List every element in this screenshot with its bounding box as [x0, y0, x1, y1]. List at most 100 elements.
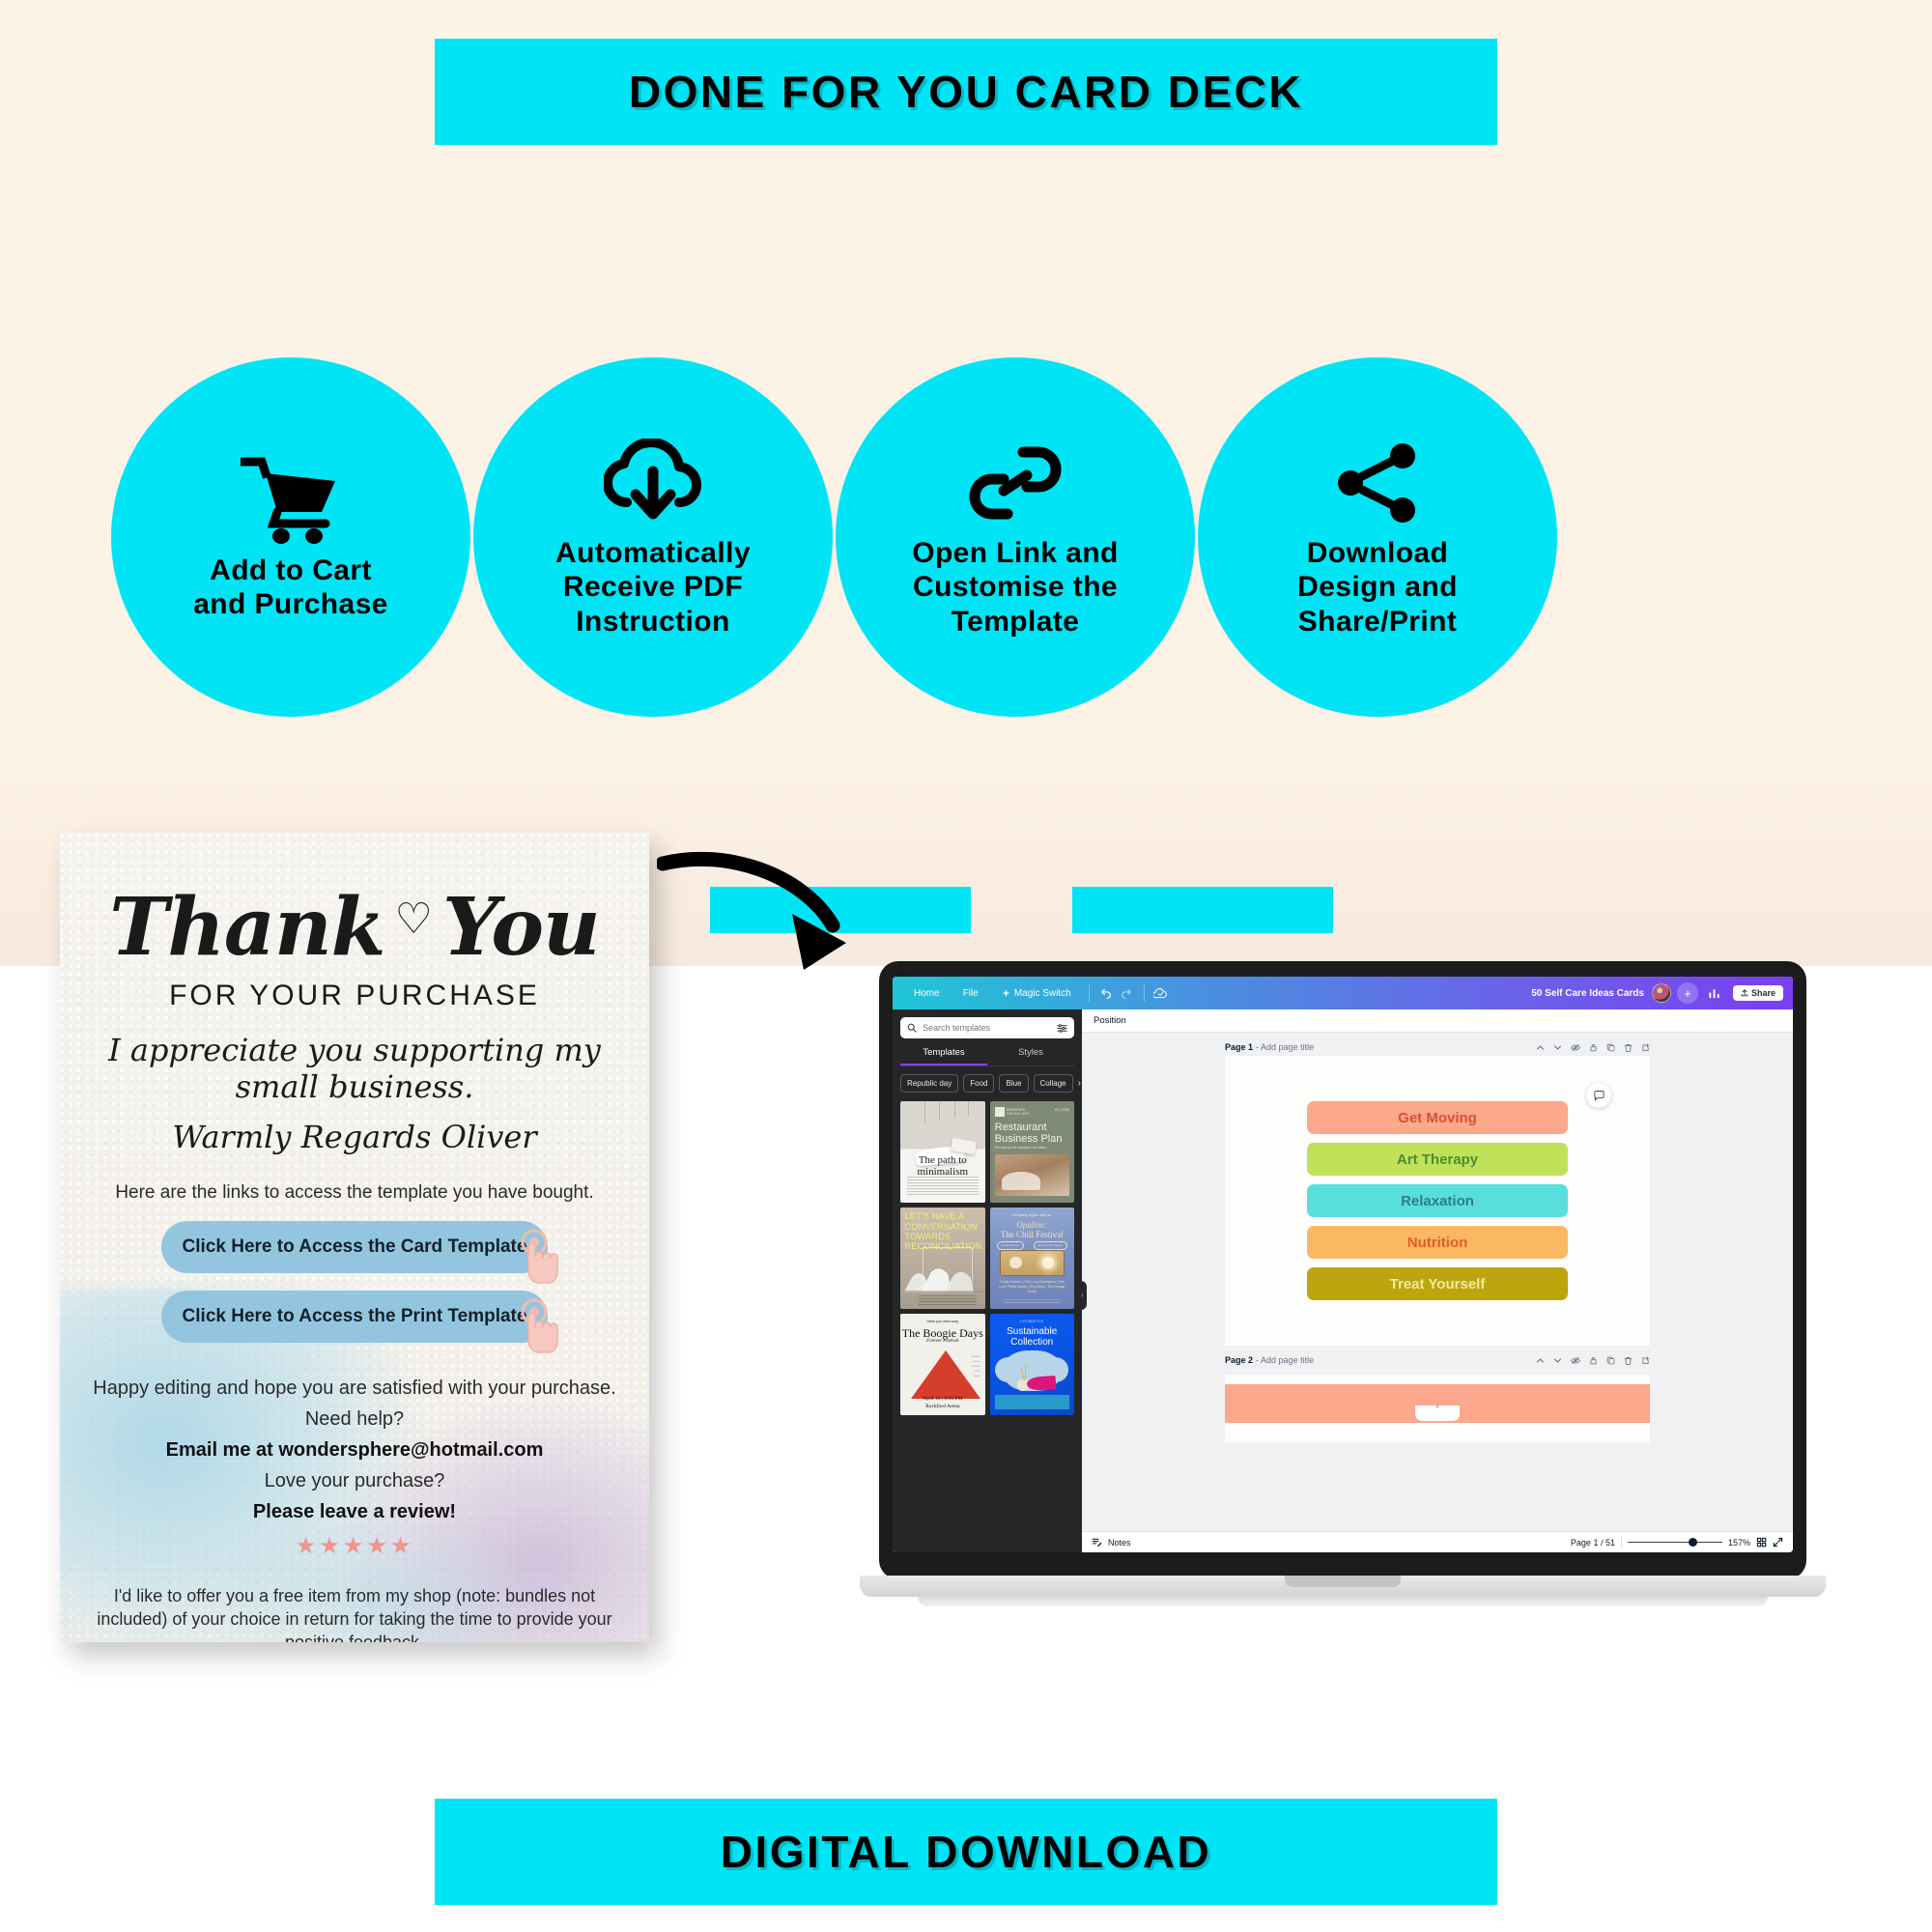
sidebar-tabs: Templates Styles	[900, 1047, 1074, 1066]
position-button[interactable]: Position	[1094, 1015, 1126, 1026]
cloud-saved-icon[interactable]	[1151, 982, 1172, 1004]
invite-members-button[interactable]: +	[1676, 982, 1698, 1004]
tab-templates[interactable]: Templates	[900, 1047, 987, 1065]
add-page-icon[interactable]	[1641, 1355, 1650, 1365]
notes-icon[interactable]	[1092, 1537, 1102, 1548]
laptop-foot	[918, 1597, 1768, 1606]
canva-sidebar: Templates Styles Republic day Food Blue …	[893, 1009, 1087, 1552]
laptop-screen: Home File Magic Switch 50 Self Care Idea…	[893, 977, 1793, 1552]
thumb-title-line2: The Chill Festival	[1000, 1230, 1064, 1240]
card-art-therapy[interactable]: Art Therapy	[1307, 1143, 1568, 1176]
move-down-icon[interactable]	[1553, 1356, 1562, 1365]
thank-you-card: Thank ♡ You FOR YOUR PURCHASE I apprecia…	[60, 833, 649, 1642]
card-review-line: Please leave a review!	[252, 1501, 457, 1522]
filter-sliders-icon[interactable]	[1057, 1023, 1067, 1034]
step-open-link[interactable]: Open Link and Customise the Template	[836, 357, 1195, 717]
thumb-pretitle: Get ready to jazz with us!	[1012, 1213, 1052, 1218]
chip-collage[interactable]: Collage	[1033, 1074, 1073, 1093]
move-down-icon[interactable]	[1553, 1043, 1562, 1052]
rating-stars: ★★★★★	[295, 1533, 414, 1559]
lock-page-icon[interactable]	[1589, 1043, 1598, 1052]
fullscreen-icon[interactable]	[1773, 1537, 1783, 1548]
template-thumb-reconciliation[interactable]: LET'S HAVE A CONVERSATION TOWARDS RECONC…	[900, 1208, 985, 1309]
thumb-photo	[994, 1153, 1069, 1196]
card-template-link-button[interactable]: Click Here to Access the Card Template	[161, 1221, 558, 1284]
cloud-download-icon	[604, 436, 702, 530]
page-1-tools	[1536, 1042, 1650, 1052]
search-templates-box[interactable]	[900, 1017, 1074, 1038]
thumb-title-line1: Restaurant	[994, 1122, 1047, 1134]
page-2-canvas[interactable]: ^	[1225, 1375, 1650, 1442]
hide-page-icon[interactable]	[1571, 1043, 1580, 1052]
thumb-title-line1: Opaline:	[1016, 1219, 1048, 1230]
topbar-magic-switch-button[interactable]: Magic Switch	[990, 988, 1083, 999]
grid-view-icon[interactable]	[1756, 1537, 1767, 1548]
delete-page-icon[interactable]	[1624, 1043, 1633, 1052]
click-cursor-icon	[521, 1229, 558, 1284]
card-relaxation[interactable]: Relaxation	[1307, 1184, 1568, 1217]
card-body-block: Happy editing and hope you are satisfied…	[93, 1376, 616, 1560]
user-avatar[interactable]	[1651, 983, 1671, 1003]
thumb-title: Restaurant Business Plan	[995, 1122, 1063, 1145]
template-thumb-restaurant-business-plan[interactable]: MODERATE ITALIAN CAFE 03 | 2025 Restaura…	[989, 1101, 1074, 1203]
bottom-banner-text: DIGITAL DOWNLOAD	[720, 1827, 1212, 1877]
card-script-line-2: Warmly Regards Oliver	[172, 1119, 537, 1155]
template-thumb-boogie-days[interactable]: I bless your dress sway. The Boogie Days…	[900, 1314, 985, 1415]
thumb-lineup-lines: • • • • • • • • • • • • • • • • • • • • •	[971, 1354, 980, 1378]
share-button[interactable]: Share	[1732, 985, 1783, 1001]
step-receive-pdf[interactable]: Automatically Receive PDF Instruction	[473, 357, 833, 717]
chip-food[interactable]: Food	[963, 1074, 995, 1093]
shopping-cart-icon	[241, 453, 341, 548]
step-download-share[interactable]: Download Design and Share/Print	[1198, 357, 1557, 717]
notes-label[interactable]: Notes	[1108, 1538, 1131, 1548]
card-nutrition[interactable]: Nutrition	[1307, 1226, 1568, 1259]
search-input[interactable]	[923, 1023, 1051, 1033]
template-thumb-chill-festival[interactable]: Get ready to jazz with us! Opaline: The …	[989, 1208, 1074, 1309]
zoom-slider[interactable]	[1627, 1538, 1722, 1548]
chip-republic-day[interactable]: Republic day	[900, 1074, 959, 1093]
add-page-icon[interactable]	[1641, 1042, 1650, 1052]
undo-icon[interactable]	[1095, 982, 1117, 1004]
canva-canvas-scroll[interactable]: Page 1 - Add page title Get Moving Art T…	[1082, 1033, 1793, 1531]
duplicate-page-icon[interactable]	[1606, 1043, 1615, 1052]
thumb-brand: MODERATE ITALIAN CAFE	[1007, 1107, 1030, 1116]
hide-page-icon[interactable]	[1571, 1356, 1580, 1365]
card-treat-yourself[interactable]: Treat Yourself	[1307, 1267, 1568, 1300]
card-subheadline: FOR YOUR PURCHASE	[169, 980, 540, 1011]
step-add-to-cart[interactable]: Add to Cart and Purchase	[111, 357, 470, 717]
comment-bubble-icon[interactable]	[1586, 1083, 1611, 1108]
insights-chart-icon[interactable]	[1704, 982, 1725, 1004]
card-get-moving[interactable]: Get Moving	[1307, 1101, 1568, 1134]
lock-page-icon[interactable]	[1589, 1356, 1598, 1365]
page-2-title-placeholder[interactable]: - Add page title	[1256, 1355, 1314, 1365]
page-1-canvas[interactable]: Get Moving Art Therapy Relaxation Nutrit…	[1225, 1056, 1650, 1346]
tab-styles[interactable]: Styles	[987, 1047, 1074, 1065]
zoom-knob[interactable]	[1688, 1538, 1697, 1547]
page-counter: Page 1 / 51	[1570, 1537, 1615, 1548]
thumb-body-lines	[907, 1176, 979, 1197]
chips-next-icon[interactable]: ›	[1078, 1078, 1081, 1089]
bottom-banner: DIGITAL DOWNLOAD	[435, 1799, 1497, 1905]
laptop-notch	[1285, 1576, 1401, 1587]
share-upload-icon	[1741, 989, 1748, 997]
canva-workarea: Position Page 1 - Add page title Get Mov…	[1082, 1009, 1793, 1552]
delete-page-icon[interactable]	[1624, 1356, 1633, 1365]
search-icon	[907, 1023, 917, 1033]
redo-icon[interactable]	[1117, 982, 1138, 1004]
canvas-collapse-handle[interactable]: ^	[1415, 1406, 1460, 1421]
share-button-label: Share	[1750, 988, 1776, 998]
print-template-link-button[interactable]: Click Here to Access the Print Template	[161, 1291, 558, 1353]
chip-blue[interactable]: Blue	[999, 1074, 1029, 1093]
topbar-file-menu[interactable]: File	[952, 988, 990, 999]
move-up-icon[interactable]	[1536, 1356, 1545, 1365]
zoom-level[interactable]: 157%	[1728, 1538, 1750, 1548]
duplicate-page-icon[interactable]	[1606, 1356, 1615, 1365]
template-thumb-sustainable-collection[interactable]: CROWDFITS Sustainable Collection	[989, 1314, 1074, 1415]
move-up-icon[interactable]	[1536, 1043, 1545, 1052]
thumb-logo-mark	[994, 1107, 1005, 1118]
template-thumb-minimalism[interactable]: The path to minimalism	[900, 1101, 985, 1203]
page-1-label: Page 1	[1225, 1042, 1254, 1052]
topbar-home-button[interactable]: Home	[902, 988, 952, 999]
document-title[interactable]: 50 Self Care Ideas Cards	[1531, 988, 1644, 999]
page-1-title-placeholder[interactable]: - Add page title	[1256, 1042, 1314, 1052]
